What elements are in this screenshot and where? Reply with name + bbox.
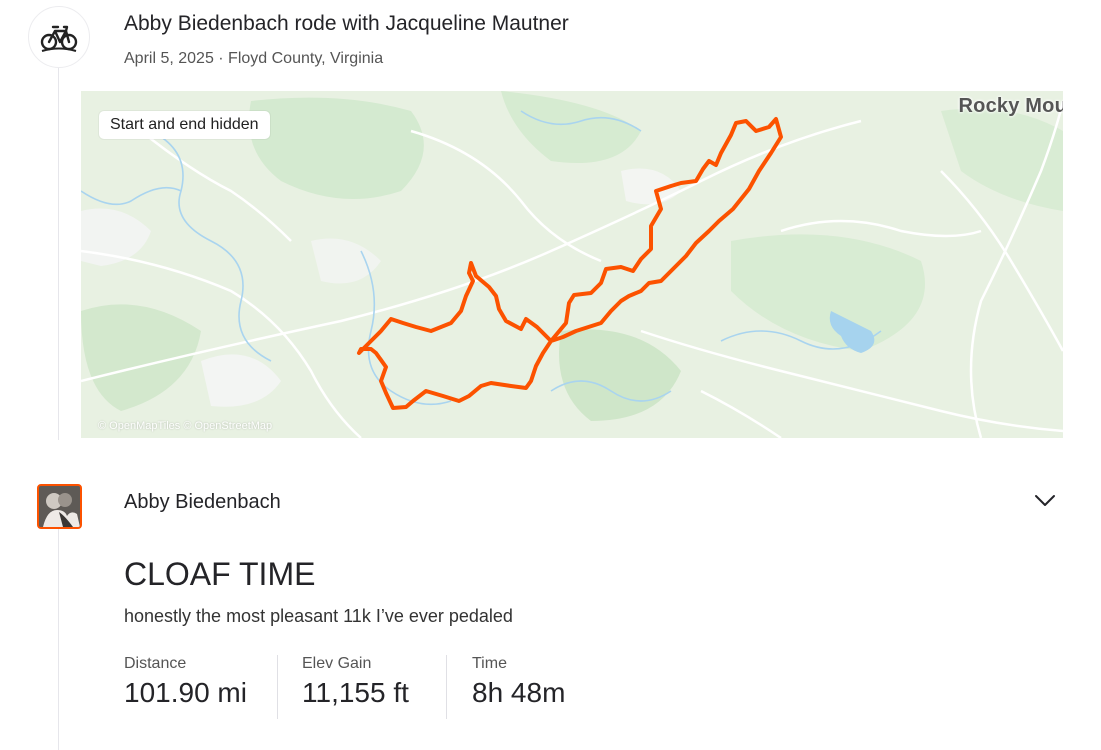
map-canvas xyxy=(81,91,1063,438)
route-map[interactable]: Start and end hidden Rocky Mou © OpenMap… xyxy=(81,91,1063,438)
stat-value: 101.90 mi xyxy=(124,677,247,708)
stat-divider xyxy=(277,655,278,719)
activity-description: honestly the most pleasant 11k I’ve ever… xyxy=(124,606,513,626)
stat-divider xyxy=(446,655,447,719)
stat-elev-gain: Elev Gain 11,155 ft xyxy=(302,655,409,709)
map-attribution[interactable]: © OpenMapTiles © OpenStreetMap xyxy=(98,420,272,432)
avatar-photo xyxy=(39,486,80,527)
chevron-down-icon xyxy=(1035,495,1055,506)
athlete-name[interactable]: Abby Biedenbach xyxy=(124,491,281,514)
map-place-label: Rocky Mou xyxy=(958,95,1063,117)
start-end-hidden-badge: Start and end hidden xyxy=(99,111,270,139)
avatar[interactable] xyxy=(37,484,82,529)
stat-label: Elev Gain xyxy=(302,655,372,672)
expand-toggle[interactable] xyxy=(1030,490,1060,512)
timeline-line xyxy=(58,528,59,750)
stat-value: 8h 48m xyxy=(472,677,566,708)
stat-label: Distance xyxy=(124,655,187,672)
activity-header-title[interactable]: Abby Biedenbach rode with Jacqueline Mau… xyxy=(124,12,569,36)
stat-value: 11,155 ft xyxy=(302,677,409,708)
stat-label: Time xyxy=(472,655,507,672)
activity-date-location: April 5, 2025 · Floyd County, Virginia xyxy=(124,50,384,67)
stat-time: Time 8h 48m xyxy=(472,655,565,709)
sport-badge xyxy=(28,6,90,68)
stat-distance: Distance 101.90 mi xyxy=(124,655,247,709)
timeline-line xyxy=(58,66,59,440)
activity-title[interactable]: CLOAF TIME xyxy=(124,556,315,593)
bike-icon xyxy=(40,25,78,52)
